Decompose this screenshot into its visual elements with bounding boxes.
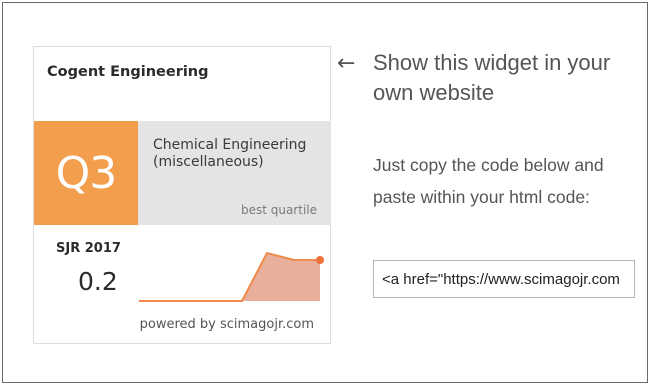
quartile-badge: Q3 <box>34 121 138 225</box>
embed-code-input[interactable] <box>373 260 635 298</box>
category-name: Chemical Engineering (miscellaneous) <box>153 137 307 170</box>
category-panel: Chemical Engineering (miscellaneous) bes… <box>138 121 331 225</box>
scimago-widget[interactable]: Cogent Engineering Q3 Chemical Engineeri… <box>33 46 331 344</box>
trend-end-point <box>316 256 324 264</box>
sjr-trend-chart <box>139 251 324 302</box>
arrow-left-icon: ← <box>337 51 356 76</box>
widget-heading: Show this widget in your own website <box>373 50 611 105</box>
sjr-label: SJR 2017 <box>56 241 121 256</box>
powered-by-link[interactable]: powered by scimagojr.com <box>140 317 314 332</box>
sjr-value: 0.2 <box>78 267 118 296</box>
embed-instructions: Just copy the code below and paste withi… <box>373 155 604 207</box>
page-frame: Cogent Engineering Q3 Chemical Engineeri… <box>2 2 648 383</box>
quartile-text: Q3 <box>55 147 118 199</box>
journal-title: Cogent Engineering <box>47 64 209 80</box>
best-quartile-label: best quartile <box>240 203 317 217</box>
